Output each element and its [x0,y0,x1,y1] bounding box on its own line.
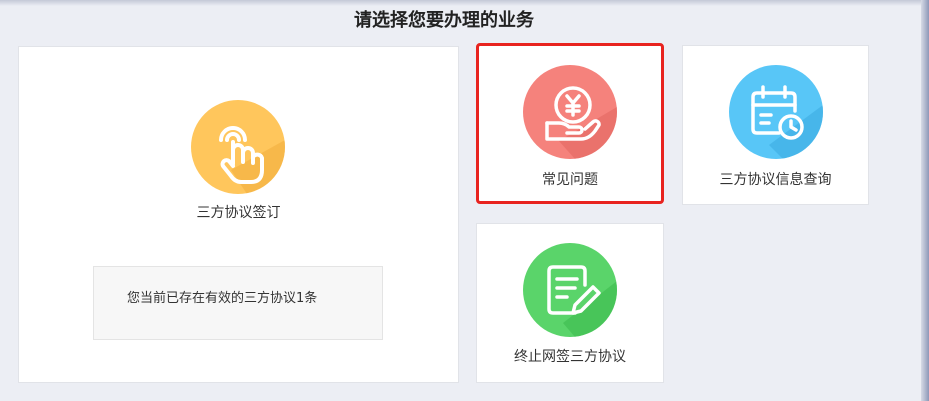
notice-text: 您当前已存在有效的三方协议1条 [127,291,318,306]
yuan-hand-icon [523,65,617,159]
service-card-sign[interactable]: 三方协议签订 您当前已存在有效的三方协议1条 [18,46,459,383]
service-card-terminate[interactable]: 终止网签三方协议 [476,223,664,383]
hand-pointer-icon [191,100,285,194]
service-card-query[interactable]: 三方协议信息查询 [682,45,869,205]
calendar-clock-icon [729,65,823,159]
document-edit-icon [523,243,617,337]
notice-box: 您当前已存在有效的三方协议1条 [93,266,383,340]
service-label-terminate: 终止网签三方协议 [514,349,626,365]
service-label-sign: 三方协议签订 [196,205,281,221]
service-card-faq[interactable]: 常见问题 [478,45,662,202]
service-label-faq: 常见问题 [542,172,598,188]
window-right-edge [921,0,929,401]
service-label-query: 三方协议信息查询 [719,172,832,188]
page-title: 请选择您要办理的业务 [354,10,534,31]
